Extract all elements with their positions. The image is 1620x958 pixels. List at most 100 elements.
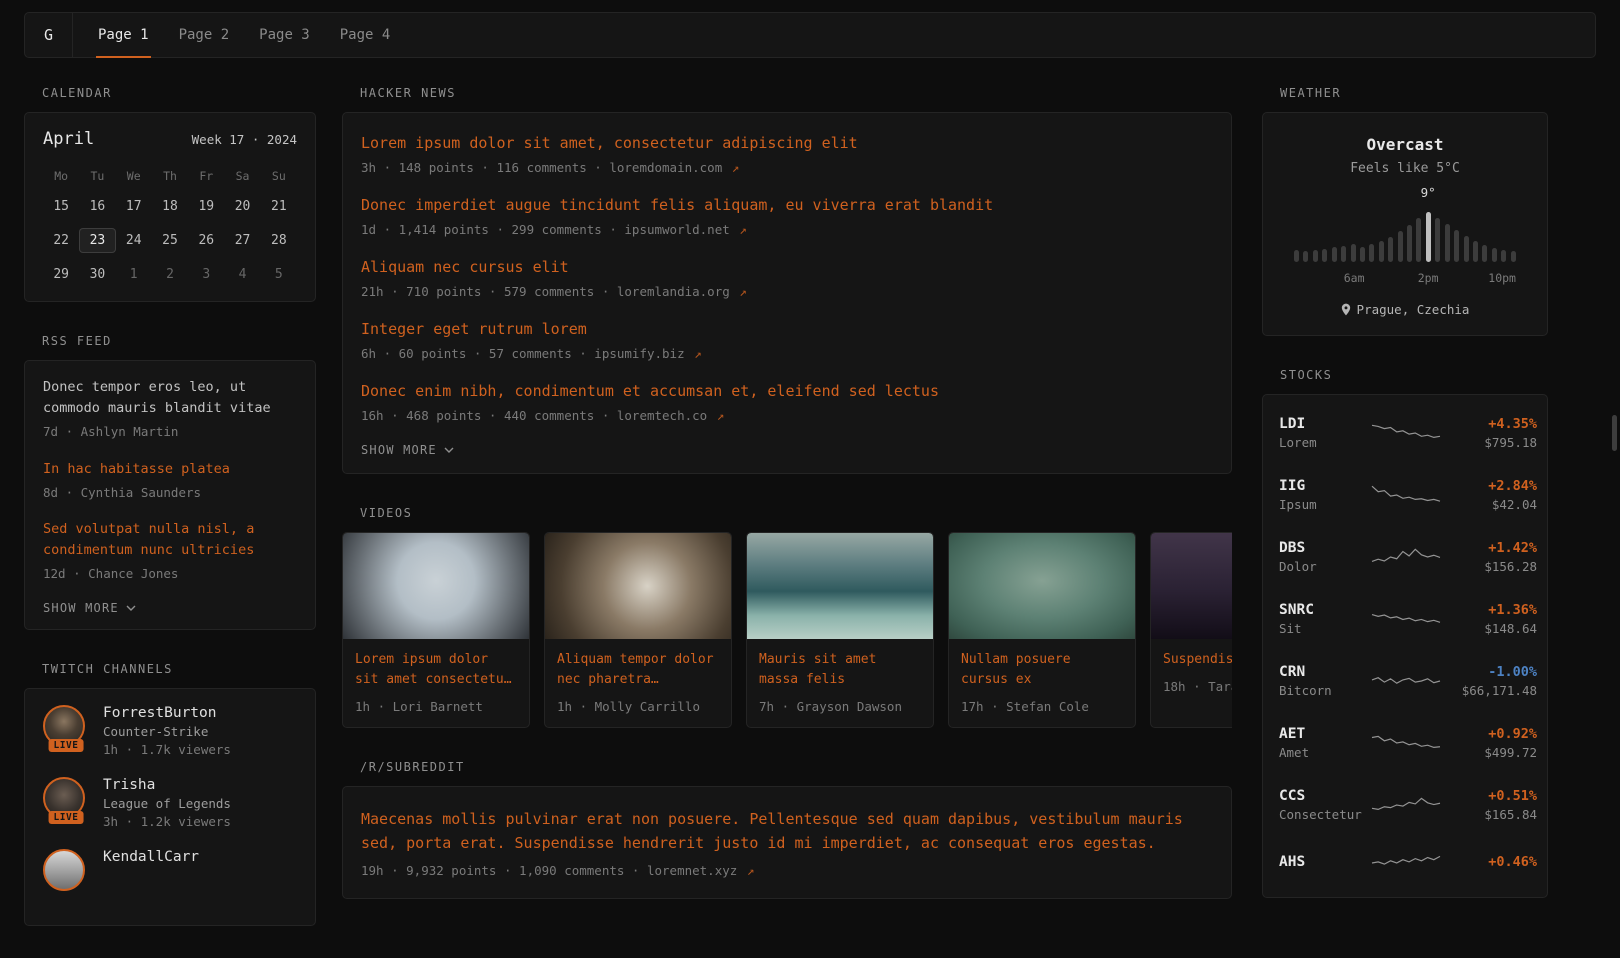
rss-show-more-button[interactable]: SHOW MORE	[43, 601, 297, 615]
calendar-dayname: Th	[152, 167, 188, 185]
stock-row[interactable]: AET Amet +0.92% $499.72	[1279, 712, 1531, 774]
stock-symbol: CRN	[1279, 664, 1371, 680]
calendar-day: 30	[79, 262, 115, 287]
rss-item-link[interactable]: Donec tempor eros leo, ut commodo mauris…	[43, 377, 297, 419]
twitch-channel[interactable]: LIVE Trisha League of Legends 3h · 1.2k …	[43, 777, 297, 829]
video-card[interactable]: Suspendisse diam 18h · Tara	[1150, 532, 1232, 728]
external-link-icon[interactable]: ↗	[694, 346, 702, 361]
hn-item-link[interactable]: Donec enim nibh, condimentum et accumsan…	[361, 381, 1213, 402]
stock-row[interactable]: AHS +0.46%	[1279, 836, 1531, 890]
calendar-day: 26	[188, 228, 224, 253]
weather-bar	[1313, 250, 1318, 262]
calendar-day: 28	[261, 228, 297, 253]
stocks-widget: LDI Lorem +4.35% $795.18 IIG Ipsum	[1262, 394, 1548, 898]
stock-row[interactable]: CRN Bitcorn -1.00% $66,171.48	[1279, 650, 1531, 712]
calendar-day: 27	[224, 228, 260, 253]
weather-location-row: Prague, Czechia	[1279, 302, 1531, 317]
tab-page-2[interactable]: Page 2	[164, 13, 245, 57]
stock-change: +1.36%	[1441, 602, 1537, 618]
weather-bar	[1435, 218, 1440, 262]
hn-item-link[interactable]: Aliquam nec cursus elit	[361, 257, 1213, 278]
stock-row[interactable]: IIG Ipsum +2.84% $42.04	[1279, 464, 1531, 526]
live-badge: LIVE	[49, 739, 84, 752]
subreddit-post-link[interactable]: Maecenas mollis pulvinar erat non posuer…	[361, 807, 1213, 855]
external-link-icon[interactable]: ↗	[747, 863, 755, 878]
video-meta: 18h · Tara	[1163, 679, 1232, 694]
rss-item-link[interactable]: In hac habitasse platea	[43, 459, 297, 480]
channel-name: Trisha	[103, 777, 231, 793]
stock-spark-wrap	[1371, 606, 1441, 632]
video-body: Aliquam tempor dolor nec pharetra… 1h · …	[545, 639, 731, 727]
chevron-down-icon	[444, 447, 454, 453]
left-column: CALENDAR April Week 17 · 2024 Mo Tu We T…	[24, 86, 316, 958]
external-link-icon[interactable]: ↗	[739, 284, 747, 299]
window-scrollbar[interactable]	[1610, 0, 1618, 900]
video-card[interactable]: Aliquam tempor dolor nec pharetra… 1h · …	[544, 532, 732, 728]
rss-item-meta: 12d · Chance Jones	[43, 565, 297, 584]
stock-symbol: LDI	[1279, 416, 1371, 432]
tab-label: Page 4	[340, 27, 391, 43]
scrollbar-thumb[interactable]	[1612, 415, 1617, 451]
app-logo[interactable]: G	[25, 13, 73, 57]
channel-name: ForrestBurton	[103, 705, 231, 721]
stock-row[interactable]: SNRC Sit +1.36% $148.64	[1279, 588, 1531, 650]
stock-id: LDI Lorem	[1279, 416, 1371, 450]
twitch-channel[interactable]: LIVE ForrestBurton Counter-Strike 1h · 1…	[43, 705, 297, 757]
calendar-month-row: April Week 17 · 2024	[43, 129, 297, 149]
video-card[interactable]: Mauris sit amet massa felis 7h · Grayson…	[746, 532, 934, 728]
hn-item-meta: 16h · 468 points · 440 comments · loremt…	[361, 408, 1213, 423]
video-meta: 1h · Lori Barnett	[355, 699, 517, 714]
calendar-day-selected: 23	[79, 228, 115, 253]
video-title: Aliquam tempor dolor nec pharetra…	[557, 650, 719, 690]
subreddit-post-meta: 19h · 9,932 points · 1,090 comments · lo…	[361, 863, 1213, 878]
video-card[interactable]: Lorem ipsum dolor sit amet consectetu… 1…	[342, 532, 530, 728]
twitch-channel[interactable]: KendallCarr	[43, 849, 297, 891]
calendar-section: CALENDAR April Week 17 · 2024 Mo Tu We T…	[24, 86, 316, 302]
tab-page-4[interactable]: Page 4	[325, 13, 406, 57]
weather-bar	[1398, 231, 1403, 262]
tab-page-3[interactable]: Page 3	[244, 13, 325, 57]
hn-item: Donec imperdiet augue tincidunt felis al…	[361, 195, 1213, 237]
dashboard-page: G Page 1 Page 2 Page 3 Page 4 CALENDAR A…	[0, 0, 1620, 958]
stock-name: Bitcorn	[1279, 683, 1371, 698]
calendar-day-next-month: 3	[188, 262, 224, 287]
video-body: Suspendisse diam 18h · Tara	[1151, 639, 1232, 707]
tab-page-1[interactable]: Page 1	[83, 13, 164, 57]
hn-item-link[interactable]: Lorem ipsum dolor sit amet, consectetur …	[361, 133, 1213, 154]
stock-spark-wrap	[1371, 544, 1441, 570]
video-card[interactable]: Nullam posuere cursus ex 17h · Stefan Co…	[948, 532, 1136, 728]
calendar-day: 15	[43, 194, 79, 219]
hn-meta-text: 3h · 148 points · 116 comments · loremdo…	[361, 160, 722, 175]
hn-item: Aliquam nec cursus elit 21h · 710 points…	[361, 257, 1213, 299]
hackernews-header: HACKER NEWS	[360, 86, 1232, 100]
topbar: G Page 1 Page 2 Page 3 Page 4	[24, 12, 1596, 58]
video-meta: 1h · Molly Carrillo	[557, 699, 719, 714]
stock-sparkline	[1371, 420, 1441, 446]
stock-values: +1.42% $156.28	[1441, 540, 1537, 574]
calendar-day: 29	[43, 262, 79, 287]
video-thumbnail	[545, 533, 731, 639]
external-link-icon[interactable]: ↗	[717, 408, 725, 423]
hn-item-link[interactable]: Integer eget rutrum lorem	[361, 319, 1213, 340]
hn-item-link[interactable]: Donec imperdiet augue tincidunt felis al…	[361, 195, 1213, 216]
stock-spark-wrap	[1371, 730, 1441, 756]
stock-sparkline	[1371, 730, 1441, 756]
stock-row[interactable]: LDI Lorem +4.35% $795.18	[1279, 402, 1531, 464]
stock-row[interactable]: CCS Consectetur +0.51% $165.84	[1279, 774, 1531, 836]
external-link-icon[interactable]: ↗	[732, 160, 740, 175]
weather-bar	[1416, 218, 1421, 262]
calendar-day: 22	[43, 228, 79, 253]
stock-symbol: AHS	[1279, 854, 1371, 870]
calendar-day: 16	[79, 194, 115, 219]
hn-show-more-button[interactable]: SHOW MORE	[361, 443, 1213, 457]
videos-section: VIDEOS Lorem ipsum dolor sit amet consec…	[342, 506, 1232, 728]
stock-name: Consectetur	[1279, 807, 1371, 822]
external-link-icon[interactable]: ↗	[739, 222, 747, 237]
channel-info: Trisha League of Legends 3h · 1.2k viewe…	[103, 777, 231, 829]
calendar-dayname: We	[116, 167, 152, 185]
weather-feels-like: Feels like 5°C	[1279, 161, 1531, 176]
stock-row[interactable]: DBS Dolor +1.42% $156.28	[1279, 526, 1531, 588]
stock-id: IIG Ipsum	[1279, 478, 1371, 512]
stock-price: $499.72	[1441, 745, 1537, 760]
rss-item-link[interactable]: Sed volutpat nulla nisl, a condimentum n…	[43, 519, 297, 561]
